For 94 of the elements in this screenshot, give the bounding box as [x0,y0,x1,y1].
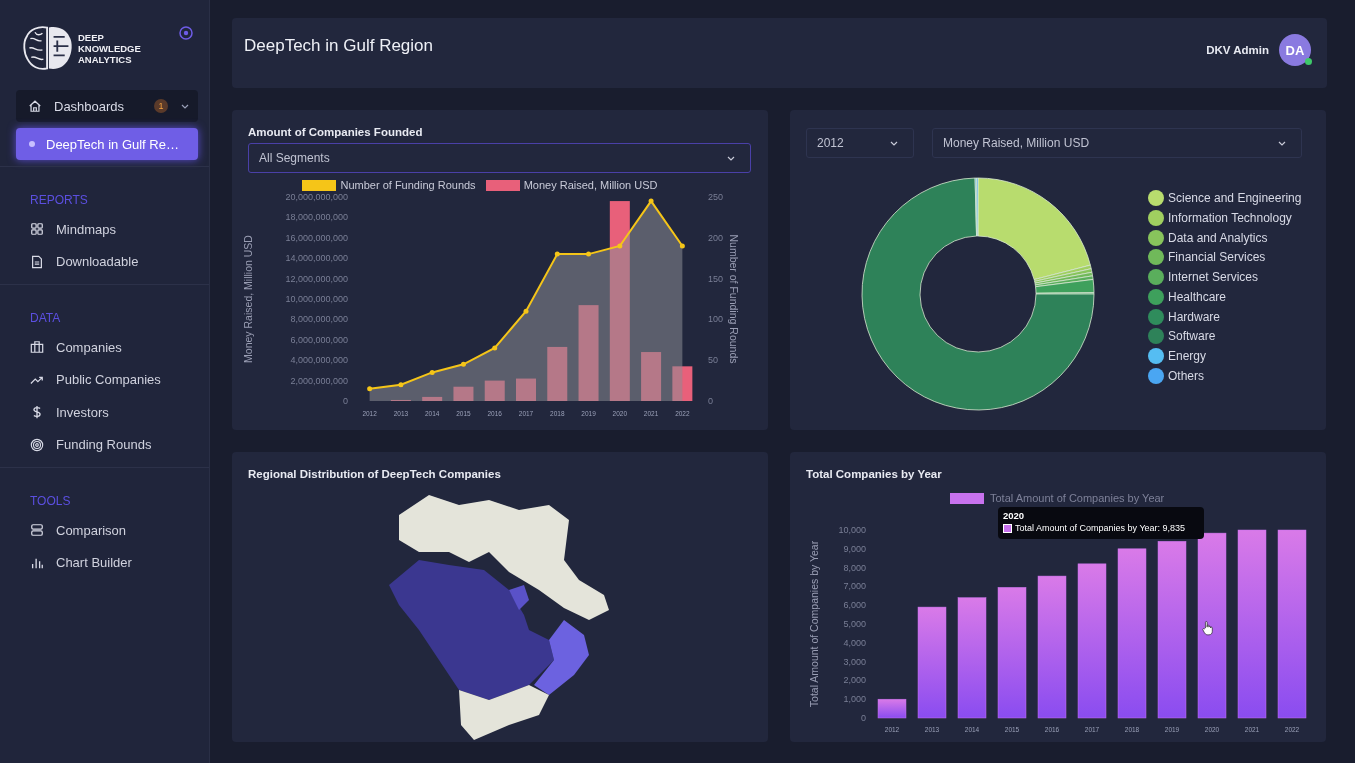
axis-tick-label: 10,000 [838,525,866,535]
axis-tick-label: 16,000,000,000 [285,232,348,243]
axis-tick-label: 3,000 [843,656,866,667]
dot-icon [28,140,36,148]
nav-item[interactable]: Comparison [30,514,197,547]
axis-tick-label: 1,000 [843,694,866,705]
card-title: Regional Distribution of DeepTech Companies [248,468,502,480]
axis-tick-label: 0 [343,396,348,406]
logo-text: ANALYTICS [78,53,133,65]
axis-tick-label: 10,000,000,000 [285,294,348,304]
axis-tick-label: 2,000,000,000 [290,375,348,386]
axis-tick-label: 50 [708,355,718,366]
legend-label: Money Raised, Million USD [523,179,658,191]
axis-tick-label: 9,000 [843,543,866,554]
legend-label: Information Technology [1168,210,1292,225]
axis-tick-label: 2,000 [843,675,866,686]
legend-swatch [302,179,337,191]
axis-tick-label: 6,000 [843,600,866,611]
nav-item[interactable]: Mindmaps [30,213,197,246]
axis-tick-label: 12,000,000,000 [285,273,348,284]
bar [422,396,443,401]
dollar-icon [30,405,44,420]
nav-item[interactable]: Chart Builder [30,546,197,579]
axis-tick-label: 20,000,000,000 [285,192,348,202]
axis-title: Total Amount of Companies by Year [808,540,820,708]
axis-tick-label: 100 [708,314,724,325]
axis-tick-label: 5,000 [843,619,866,629]
tooltip-title: 2020 [1003,510,1026,521]
nav-item[interactable]: Public Companies [30,363,197,396]
legend-swatch [485,179,520,191]
year-dropdown[interactable]: 2012 [806,128,914,158]
card-title: Amount of Companies Founded [248,126,424,138]
legend-label: Data and Analytics [1168,230,1268,245]
legend-label: Internet Services [1168,270,1259,285]
axis-tick-label: 4,000 [843,637,866,648]
axis-tick-label: 7,000 [843,581,866,592]
legend-label: Science and Engineering [1168,190,1302,205]
user-name: DKV Admin [1206,44,1269,56]
circle-dot-icon[interactable] [179,26,193,40]
section-heading: TOOLS [30,494,72,508]
legend-label: Hardware [1168,309,1221,324]
bar [641,352,662,401]
document-icon [30,254,44,269]
bar [516,378,536,401]
stacked-boxes-icon [30,523,44,538]
section-heading: REPORTS [30,193,89,207]
bar [547,346,568,401]
card-title: Total Companies by Year [806,468,943,480]
axis-tick-label: 14,000,000,000 [285,253,348,264]
bar [484,380,505,401]
grid-icon [30,222,44,237]
section-heading: DATA [30,311,62,325]
axis-tick-label: 150 [708,273,724,284]
nav-item[interactable]: Companies [30,331,197,364]
legend-label: Financial Services [1168,250,1266,265]
count-badge: 1 [154,99,168,113]
page-title: DeepTech in Gulf Region [244,36,433,56]
axis-tick-label: 18,000,000,000 [285,212,348,223]
axis-title: Money Raised, Million USD [242,235,254,363]
dashboards-menu[interactable]: Dashboards 1 [16,90,198,122]
logo-text: DEEP [78,31,105,43]
legend-label: Number of Funding Rounds [340,179,476,191]
segment-dropdown[interactable]: All Segments [248,143,751,173]
axis-tick-label: 200 [708,232,724,243]
nav-item[interactable]: Downloadable [30,245,197,278]
axis-tick-label: 8,000,000,000 [290,314,348,325]
nav-item[interactable]: Funding Rounds [30,428,197,461]
bar [877,698,907,719]
legend-label: Healthcare [1168,289,1227,304]
avatar[interactable]: DA [1279,34,1311,66]
logo-text: KNOWLEDGE [78,42,141,54]
axis-tick-label: 8,000 [843,562,866,573]
building-icon [30,340,44,355]
legend-swatch [950,492,984,504]
bar [672,366,693,401]
axis-tick-label: 250 [708,192,724,202]
axis-tick-label: 6,000,000,000 [290,334,348,345]
legend-swatch [1003,523,1012,533]
nav-item[interactable]: Investors [30,396,197,429]
legend-label: Others [1168,369,1204,384]
legend-label: Software [1168,329,1216,344]
axis-title: Number of Funding Rounds [728,234,740,364]
legend-label: Energy [1168,349,1207,364]
axis-tick-label: 0 [861,713,866,723]
legend-label: Total Amount of Companies by Year [990,492,1165,504]
dashboard-link[interactable]: DeepTech in Gulf Re… [16,128,198,160]
target-icon [30,437,44,452]
metric-dropdown[interactable]: Money Raised, Million USD [932,128,1302,158]
tooltip-text: Total Amount of Companies by Year: 9,835 [1015,523,1186,533]
axis-tick-label: 4,000,000,000 [290,355,348,366]
axis-tick-label: 0 [708,396,713,406]
hand-cursor-icon [1202,620,1214,636]
home-icon [28,99,42,113]
bar [453,386,474,401]
